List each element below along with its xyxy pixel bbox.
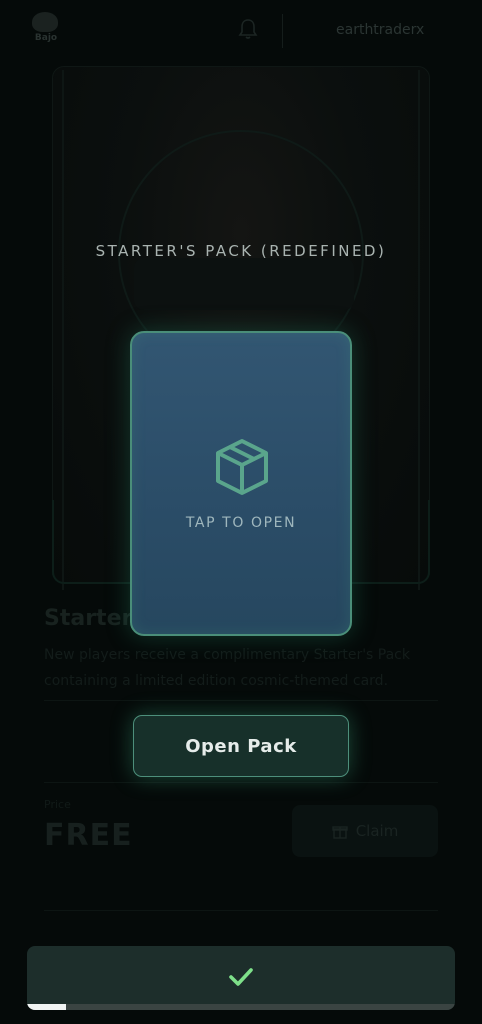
logo-text: Bajo	[34, 33, 58, 43]
app-logo[interactable]: Bajo	[28, 12, 64, 46]
toast-progress-track	[27, 1004, 455, 1010]
pack-description: New players receive a complimentary Star…	[44, 647, 410, 689]
top-header: Bajo earthtraderx	[0, 0, 482, 62]
pack-title: STARTER'S PACK (REDEFINED)	[95, 242, 387, 260]
success-toast	[27, 946, 455, 1010]
app-root: Bajo earthtraderx Starter New players re…	[0, 0, 482, 1024]
section-divider	[44, 910, 438, 911]
pack-card[interactable]: TAP TO OPEN	[130, 331, 352, 636]
package-box-icon	[216, 439, 268, 495]
section-divider	[44, 782, 438, 783]
price-value: FREE	[44, 818, 133, 853]
toast-progress-fill	[27, 1004, 66, 1010]
bell-icon[interactable]	[238, 18, 258, 40]
pack-heading: Starter	[44, 606, 133, 631]
username-label[interactable]: earthtraderx	[336, 22, 424, 38]
claim-button[interactable]: Claim	[292, 805, 438, 857]
gift-icon	[331, 826, 348, 839]
footer-row	[44, 928, 444, 948]
header-divider	[282, 14, 283, 48]
open-pack-button[interactable]: Open Pack	[133, 715, 349, 777]
claim-label: Claim	[355, 822, 399, 840]
logo-icon	[32, 12, 58, 32]
check-icon	[229, 968, 253, 986]
price-label: Price	[44, 798, 71, 811]
tap-to-open-label: TAP TO OPEN	[185, 515, 297, 531]
section-divider	[44, 700, 438, 701]
card-brand-mark	[134, 258, 354, 310]
